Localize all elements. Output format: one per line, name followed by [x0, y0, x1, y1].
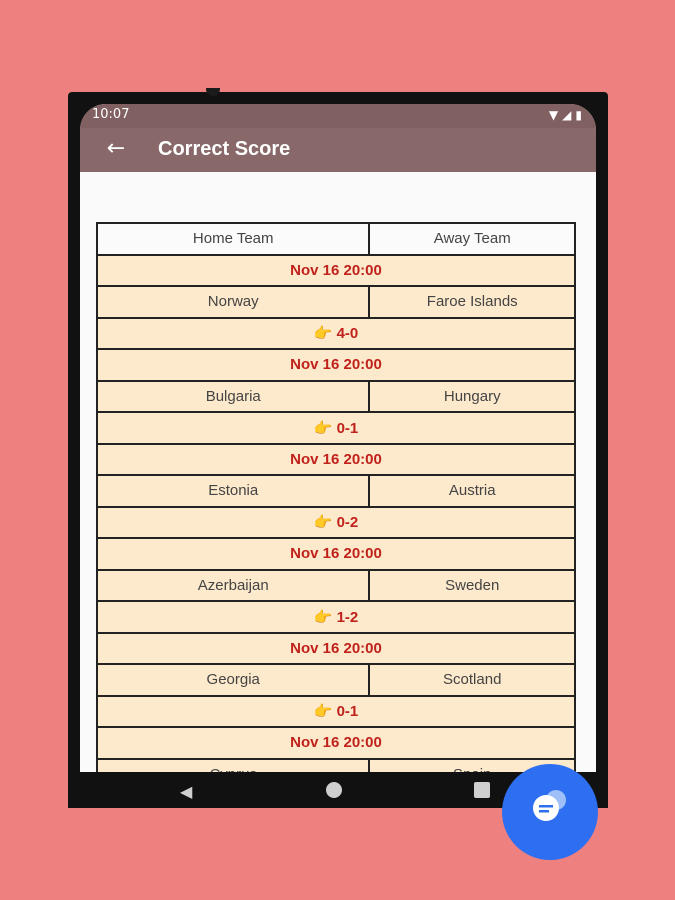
- match-date-row: Nov 16 20:00: [96, 348, 576, 382]
- home-team: Bulgaria: [95, 379, 371, 413]
- back-button[interactable]: ←: [100, 134, 132, 166]
- arrow-left-icon: ←: [106, 136, 126, 161]
- device-frame: 10:07 ▼ ◢ ▮ ← Correct Score Home Team Aw…: [68, 88, 608, 808]
- chat-fab-button[interactable]: [502, 764, 598, 860]
- match-date: Nov 16 20:00: [96, 442, 576, 476]
- away-team: Austria: [368, 474, 576, 508]
- away-team: Faroe Islands: [368, 285, 576, 319]
- app-bar: ← Correct Score: [80, 128, 596, 172]
- phone-screen: 10:07 ▼ ◢ ▮ ← Correct Score Home Team Aw…: [80, 104, 596, 772]
- match-score-row: 👉 0-1: [96, 411, 576, 445]
- match-date-row: Nov 16 20:00: [96, 253, 576, 287]
- battery-icon: ▮: [575, 108, 582, 122]
- home-team: Georgia: [95, 663, 371, 697]
- match-date: Nov 16 20:00: [96, 348, 576, 382]
- scores-table: Home Team Away Team Nov 16 20:00 Norway Fa…: [95, 222, 576, 772]
- match-date-row: Nov 16 20:00: [96, 442, 576, 476]
- match-teams-row[interactable]: Georgia Scotland: [95, 663, 576, 697]
- match-date: Nov 16 20:00: [96, 726, 576, 760]
- match-teams-row[interactable]: Norway Faroe Islands: [95, 285, 576, 319]
- match-date: Nov 16 20:00: [96, 537, 576, 571]
- status-icons: ▼ ◢ ▮: [549, 107, 582, 123]
- predicted-score: 👉 0-1: [96, 411, 576, 445]
- away-team: Scotland: [368, 663, 576, 697]
- match-date-row: Nov 16 20:00: [96, 631, 576, 665]
- camera-notch: [206, 88, 220, 96]
- signal-icon: ◢: [562, 108, 572, 122]
- status-time: 10:07: [92, 107, 130, 122]
- match-score-row: 👉 4-0: [96, 316, 576, 350]
- match-date-row: Nov 16 20:00: [96, 537, 576, 571]
- away-team: Hungary: [368, 379, 576, 413]
- away-team: Sweden: [368, 568, 576, 602]
- predicted-score: 👉 4-0: [96, 316, 576, 350]
- away-team-header: Away Team: [368, 222, 576, 256]
- square-recent-icon[interactable]: [474, 782, 490, 798]
- home-team: Cyprus: [95, 757, 371, 772]
- page-title: Correct Score: [158, 138, 291, 160]
- home-team: Norway: [95, 285, 371, 319]
- predicted-score: 👉 0-1: [96, 694, 576, 728]
- content-area[interactable]: Home Team Away Team Nov 16 20:00 Norway Fa…: [80, 172, 596, 772]
- match-score-row: 👉 0-2: [96, 505, 576, 539]
- home-team-header: Home Team: [95, 222, 371, 256]
- home-team: Estonia: [95, 474, 371, 508]
- match-score-row: 👉 1-2: [96, 600, 576, 634]
- predicted-score: 👉 1-2: [96, 600, 576, 634]
- match-teams-row[interactable]: CyprusSpain: [95, 757, 576, 772]
- table-header-row: Home Team Away Team: [95, 222, 576, 256]
- circle-home-icon[interactable]: [326, 782, 342, 798]
- match-date-row: Nov 16 20:00: [96, 726, 576, 760]
- chat-bubble-icon: [533, 790, 566, 821]
- predicted-score: 👉 0-2: [96, 505, 576, 539]
- match-teams-row[interactable]: Bulgaria Hungary: [95, 379, 576, 413]
- status-bar: 10:07 ▼ ◢ ▮: [80, 104, 596, 128]
- triangle-back-icon[interactable]: ◀: [180, 782, 192, 801]
- wifi-icon: ▼: [548, 108, 559, 122]
- match-teams-row[interactable]: Azerbaijan Sweden: [95, 568, 576, 602]
- match-date: Nov 16 20:00: [96, 631, 576, 665]
- match-teams-row[interactable]: Estonia Austria: [95, 474, 576, 508]
- home-team: Azerbaijan: [95, 568, 371, 602]
- match-date: Nov 16 20:00: [96, 253, 576, 287]
- match-score-row: 👉 0-1: [96, 694, 576, 728]
